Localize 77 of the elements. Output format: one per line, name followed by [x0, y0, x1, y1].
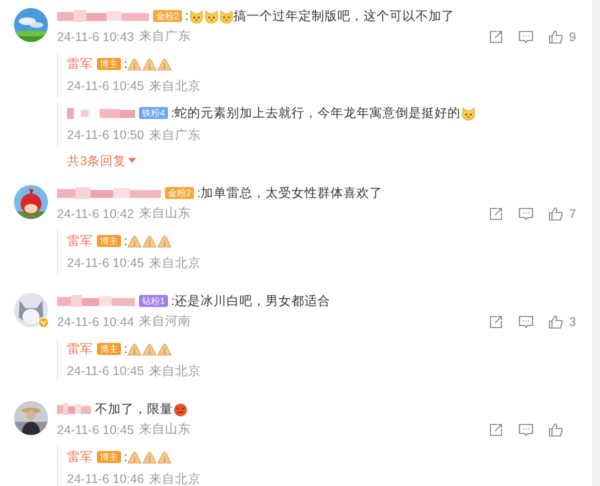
fan-badge: 博主 — [97, 343, 121, 355]
praying-hands-icon — [157, 342, 172, 356]
more-replies-link[interactable]: 共3条回复 — [57, 151, 136, 171]
comment-icon[interactable] — [518, 28, 534, 44]
comment-location: 来自河南 — [138, 313, 191, 330]
comment-icon[interactable] — [518, 206, 534, 222]
like-icon[interactable] — [548, 28, 564, 44]
praying-hands-icon — [157, 234, 172, 248]
reply-time: 24-11-6 10:45 — [67, 364, 144, 378]
reply-time: 24-11-6 10:45 — [67, 256, 144, 270]
like-icon[interactable] — [548, 422, 564, 438]
fan-badge: 博主 — [97, 58, 121, 70]
praying-hands-icon — [142, 234, 158, 248]
fan-badge: 钻粉1 — [139, 295, 168, 307]
like-icon[interactable] — [548, 206, 564, 222]
comment-text: : — [124, 342, 128, 356]
praying-hands-icon — [127, 450, 142, 464]
share-icon[interactable] — [488, 314, 504, 330]
praying-hands-icon — [127, 342, 142, 356]
like-count: 7 — [569, 206, 576, 220]
comment-icon[interactable] — [518, 422, 534, 438]
comment-text: : — [124, 450, 128, 464]
praying-hands-icon — [142, 450, 158, 464]
comment-location: 来自山东 — [138, 205, 191, 222]
comment-text: :还是冰川白吧，男女都适合 — [171, 292, 330, 310]
cat-emoji-icon — [460, 106, 476, 120]
like-icon[interactable] — [548, 314, 564, 330]
reply-location: 来自北京 — [148, 470, 201, 486]
praying-hands-icon — [157, 56, 172, 72]
blurred-username — [57, 403, 91, 415]
comment-text: : — [124, 57, 128, 71]
fan-badge: 铁粉4 — [139, 107, 168, 119]
comment-icon[interactable] — [518, 314, 534, 330]
fan-badge: 金粉2 — [153, 10, 182, 22]
reply-username[interactable]: 雷军 — [67, 448, 93, 466]
fan-badge: 金粉2 — [165, 187, 194, 199]
like-count: 3 — [569, 314, 576, 328]
reply-username[interactable]: 雷军 — [67, 340, 93, 358]
reply-time: 24-11-6 10:46 — [67, 472, 144, 486]
comment-text: 不加了，限量 — [95, 400, 173, 418]
reply-location: 来自北京 — [148, 254, 201, 272]
reply-time: 24-11-6 10:50 — [67, 128, 144, 142]
comment-text: : — [185, 9, 188, 23]
share-icon[interactable] — [488, 28, 504, 44]
cat-emoji-icon — [204, 8, 218, 24]
praying-hands-icon — [142, 342, 158, 356]
share-icon[interactable] — [488, 422, 504, 438]
angry-emoji-icon — [173, 402, 188, 416]
reply-username[interactable]: 雷军 — [67, 232, 93, 250]
cat-emoji-icon — [218, 8, 234, 24]
blurred-username — [67, 107, 135, 119]
praying-hands-icon — [142, 56, 158, 72]
praying-hands-icon — [157, 450, 172, 464]
comment-time: 24-11-6 10:44 — [57, 314, 134, 328]
fan-badge: 博主 — [97, 451, 121, 463]
reply-username[interactable]: 雷军 — [67, 56, 93, 72]
comment-text: : — [124, 234, 128, 248]
comment-location: 来自广东 — [138, 28, 191, 45]
comment-text: :蛇的元素别加上去就行，今年龙年寓意倒是挺好的 — [171, 104, 460, 122]
avatar — [14, 293, 48, 327]
cat-emoji-icon — [188, 8, 204, 24]
caret-icon — [128, 158, 136, 164]
like-count: 9 — [569, 30, 576, 44]
reply-location: 来自北京 — [148, 362, 201, 380]
fan-badge: 博主 — [97, 235, 121, 247]
comment-text: 搞一个过年定制版吧，这个可以不加了 — [234, 8, 454, 24]
praying-hands-icon — [127, 56, 142, 72]
praying-hands-icon — [127, 234, 142, 248]
share-icon[interactable] — [488, 206, 504, 222]
reply-time: 24-11-6 10:45 — [67, 79, 144, 93]
reply-location: 来自北京 — [148, 78, 201, 94]
reply-location: 来自广东 — [148, 126, 201, 144]
comment-text: :加单雷总，太受女性群体喜欢了 — [197, 184, 382, 202]
comment-time: 24-11-6 10:45 — [57, 422, 134, 436]
comment-location: 来自山东 — [138, 421, 191, 438]
comment-time: 24-11-6 10:43 — [57, 30, 134, 44]
comment-time: 24-11-6 10:42 — [57, 206, 134, 220]
